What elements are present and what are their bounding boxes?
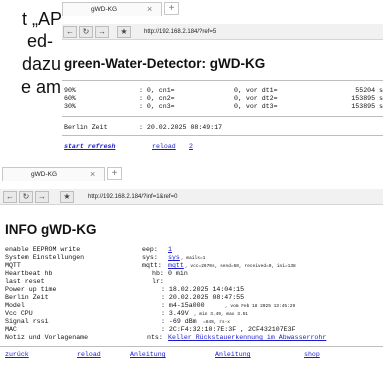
info-label: Model — [5, 302, 25, 309]
browser-window-1: gWD-KG × + ← ↻ → ★ http://192.168.2.184/… — [62, 0, 383, 162]
sensor-level: 60% — [64, 95, 76, 102]
page-2-link[interactable]: 2 — [189, 143, 193, 151]
sensor-duration: 153895 s — [351, 95, 383, 102]
sys-link[interactable]: sys — [168, 254, 180, 262]
info-label: last reset — [5, 278, 45, 285]
close-icon[interactable]: × — [90, 168, 95, 180]
info-value: : 18.02.2025 14:04:15 — [161, 286, 245, 293]
tab-bar: gWD-KG × + — [62, 0, 383, 16]
url-bar[interactable]: http://192.168.2.184/?inf=1&ref=0 — [88, 192, 177, 202]
info-value-detail: , vom Feb 18 2025 13:45:29 — [225, 304, 296, 309]
sensor-vor: 0, vor dt3= — [234, 103, 278, 110]
tab-title: gWD-KG — [91, 6, 117, 13]
reload-link[interactable]: reload — [77, 351, 101, 359]
tab-bar: gWD-KG × + — [0, 165, 383, 181]
info-value: 0 min — [168, 270, 188, 277]
back-icon[interactable]: ← — [3, 191, 17, 203]
info-value-detail: , min 3.49, max 3.51 — [194, 312, 249, 317]
berlin-time-label: Berlin Zeit — [64, 124, 108, 131]
info-label: MQTT — [5, 262, 21, 269]
forward-icon[interactable]: → — [95, 26, 109, 38]
divider — [62, 80, 383, 81]
info-value: , mails=1 — [181, 256, 206, 261]
info-value: : 20.02.2025 08:47:55 — [161, 294, 245, 301]
info-label: Power up time — [5, 286, 57, 293]
page-title: INFO gWD-KG — [5, 222, 97, 237]
bookmark-star-icon[interactable]: ★ — [60, 191, 74, 203]
divider — [0, 346, 383, 347]
info-value: : m4-15a000 — [161, 302, 205, 309]
forward-icon[interactable]: → — [35, 191, 49, 203]
info-key: mqtt: — [142, 262, 162, 269]
divider — [62, 135, 383, 136]
info-label: System Einstellungen — [5, 254, 85, 261]
url-bar[interactable]: http://192.168.2.184/?ref=5 — [144, 27, 216, 37]
sensor-duration: 55204 s — [355, 87, 383, 94]
navigation-bar: ← ↻ → ★ http://192.168.2.184/?ref=5 — [62, 24, 383, 40]
sensor-vor: 0, vor dt1= — [234, 87, 278, 94]
reload-icon[interactable]: ↻ — [79, 26, 93, 38]
info-key: lr: — [152, 278, 164, 285]
info-value: : -69 dBm — [161, 318, 197, 325]
info-value: , vcc=2670s, send=50, received=0, ini=13… — [185, 264, 296, 269]
sensor-counter: : 0, cn1= — [139, 87, 175, 94]
notiz-link[interactable]: Keller Rückstauerkennung im Abwasserrohr — [168, 334, 326, 342]
new-tab-button[interactable]: + — [107, 167, 122, 180]
browser-tab[interactable]: gWD-KG × — [2, 167, 105, 181]
info-key: eep: — [142, 246, 158, 253]
info-label: Signal rssi — [5, 318, 49, 325]
reload-icon[interactable]: ↻ — [19, 191, 33, 203]
sensor-counter: : 0, cn2= — [139, 95, 175, 102]
info-label: MAC — [5, 326, 17, 333]
sensor-level: 30% — [64, 103, 76, 110]
bookmark-star-icon[interactable]: ★ — [117, 26, 131, 38]
sensor-vor: 0, vor dt2= — [234, 95, 278, 102]
berlin-time-value: : 20.02.2025 08:49:17 — [139, 124, 223, 131]
close-icon[interactable]: × — [147, 3, 152, 15]
start-refresh-link[interactable]: start refresh — [64, 143, 115, 151]
back-link[interactable]: zurück — [5, 351, 29, 359]
info-label: Vcc CPU — [5, 310, 33, 317]
manual-link[interactable]: Anleitung — [130, 351, 166, 359]
info-key: sys: — [142, 254, 158, 261]
info-value: : 2C:F4:32:10:7E:3F , 2CF432107E3F — [161, 326, 296, 333]
new-tab-button[interactable]: + — [164, 2, 179, 15]
mqtt-link[interactable]: mqtt — [168, 262, 184, 270]
back-icon[interactable]: ← — [63, 26, 77, 38]
info-label: enable EEPROM write — [5, 246, 81, 253]
eep-link[interactable]: 1 — [168, 246, 172, 254]
shop-link[interactable]: shop — [304, 351, 320, 359]
info-label: Berlin Zeit — [5, 294, 49, 301]
page-title: green-Water-Detector: gWD-KG — [64, 56, 266, 71]
manual-link[interactable]: Anleitung — [215, 351, 251, 359]
doc-line-3: dazu — [22, 54, 62, 74]
navigation-bar: ← ↻ → ★ http://192.168.2.184/?inf=1&ref=… — [0, 189, 383, 205]
info-key: hb: — [152, 270, 164, 277]
doc-line-2: ed- — [27, 31, 54, 51]
info-key: nts: — [147, 334, 163, 341]
sensor-counter: : 0, cn3= — [139, 103, 175, 110]
sensor-duration: 153895 s — [351, 103, 383, 110]
info-label: Heartbeat hb — [5, 270, 53, 277]
tab-title: gWD-KG — [31, 171, 57, 178]
info-value: : 3.49V — [161, 310, 189, 317]
info-label: Notiz und Vorlagename — [5, 334, 89, 341]
browser-window-2: gWD-KG × + ← ↻ → ★ http://192.168.2.184/… — [0, 165, 383, 392]
doc-line-4: e am — [21, 77, 62, 97]
divider — [62, 116, 383, 117]
browser-tab[interactable]: gWD-KG × — [62, 2, 162, 16]
sensor-level: 90% — [64, 87, 76, 94]
reload-link[interactable]: reload — [152, 143, 176, 151]
